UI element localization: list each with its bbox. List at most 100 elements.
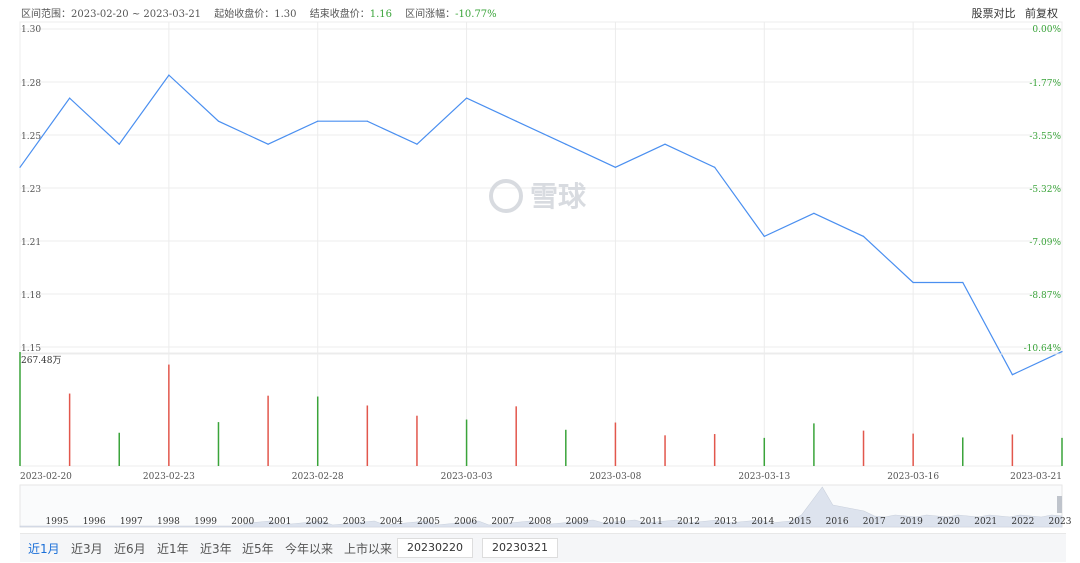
percent-axis-label: -10.64%: [1024, 344, 1062, 354]
navigator-year-label: 2023: [1049, 517, 1072, 527]
volume-max-label: 267.48万: [21, 356, 62, 366]
volume-bar: [465, 419, 468, 466]
navigator-year-label: 2002: [306, 517, 329, 527]
navigator-year-label: 2013: [714, 517, 737, 527]
date-axis-label: 2023-02-20: [20, 472, 72, 482]
price-point: [664, 143, 666, 145]
stock-compare-button[interactable]: 股票对比: [972, 7, 1016, 20]
range-summary: 区间范围：2023-02-20 ~ 2023-03-21 起始收盘价：1.30 …: [21, 5, 507, 20]
range-button-ytd[interactable]: 今年以来: [285, 540, 333, 557]
range-button-3m[interactable]: 近3月: [71, 540, 103, 557]
date-axis-label: 2023-03-16: [887, 472, 939, 482]
start-close-value: 1.30: [274, 9, 297, 20]
price-point: [1061, 351, 1063, 353]
navigator-year-label: 2010: [603, 517, 626, 527]
range-button-1y[interactable]: 近1年: [157, 540, 189, 557]
range-value: 2023-02-20 ~ 2023-03-21: [71, 9, 202, 20]
price-axis-label: 1.30: [21, 25, 41, 35]
navigator-year-label: 2019: [900, 517, 923, 527]
navigator-year-label: 2003: [343, 517, 366, 527]
volume-bar: [813, 423, 815, 466]
price-point: [813, 212, 815, 214]
stock-chart[interactable]: 1.30 0.00% 1.28 -1.77% 1.25 -3.55% 1.23 -5.32% 1…: [0, 0, 1080, 533]
price-point: [416, 143, 418, 145]
volume-bar: [1061, 437, 1063, 466]
percent-axis-label: 0.00%: [1032, 25, 1061, 35]
forward-adjust-button[interactable]: 前复权: [1025, 7, 1058, 20]
navigator-year-label: 1995: [46, 517, 69, 527]
date-axis-label: 2023-03-13: [738, 472, 790, 482]
percent-axis-label: -5.32%: [1029, 185, 1061, 195]
navigator-year-label: 2011: [640, 517, 663, 527]
percent-axis-label: -1.77%: [1029, 79, 1061, 89]
volume-bar: [912, 433, 914, 466]
price-axis-label: 1.21: [21, 238, 41, 248]
volume-bar: [763, 437, 766, 466]
price-point: [515, 120, 517, 122]
watermark-text: 雪球: [530, 180, 587, 213]
date-axis-label: 2023-02-28: [292, 472, 344, 482]
navigator-year-label: 2004: [380, 517, 403, 527]
price-point: [168, 74, 170, 76]
volume-bar: [1011, 434, 1014, 466]
date-axis-label: 2023-02-23: [143, 472, 195, 482]
volume-bar: [316, 396, 319, 466]
percent-axis-label: -7.09%: [1029, 238, 1061, 248]
price-point: [465, 97, 468, 99]
range-button-6m[interactable]: 近6月: [114, 540, 146, 557]
volume-bar: [416, 415, 418, 466]
price-point: [118, 143, 120, 145]
volume-bar: [366, 405, 369, 466]
percent-axis-label: -3.55%: [1029, 132, 1061, 142]
price-point: [1011, 374, 1013, 376]
navigator-range-handle[interactable]: [1057, 496, 1062, 513]
range-button-since-listing[interactable]: 上市以来: [344, 540, 392, 557]
price-point: [267, 143, 269, 145]
range-button-5y[interactable]: 近5年: [242, 540, 274, 557]
navigator-year-label: 1999: [194, 517, 217, 527]
date-axis-label: 2023-03-08: [589, 472, 641, 482]
navigator-year-label: 1998: [157, 517, 180, 527]
volume-bar: [118, 432, 120, 466]
price-axis-label: 1.18: [21, 291, 41, 301]
volume-bar: [68, 393, 71, 466]
volume-bar: [267, 395, 269, 466]
date-to-input[interactable]: 20230321: [482, 538, 558, 558]
header-actions: 股票对比 前复权: [966, 5, 1059, 21]
date-axis-label: 2023-03-03: [441, 472, 493, 482]
start-close-label: 起始收盘价：: [214, 9, 275, 20]
range-change-value: -10.77%: [455, 9, 497, 20]
volume-bar: [565, 429, 567, 466]
price-axis-label: 1.15: [21, 344, 41, 354]
watermark-logo: [489, 179, 523, 213]
range-selector-bar: 近1月 近3月 近6月 近1年 近3年 近5年 今年以来 上市以来 202302…: [20, 533, 1066, 562]
volume-bar: [19, 352, 21, 466]
volume-bar: [862, 430, 865, 466]
price-point: [862, 235, 865, 237]
navigator-year-label: 2022: [1011, 517, 1034, 527]
price-point: [614, 166, 617, 168]
navigator-year-label: 2007: [491, 517, 514, 527]
price-point: [962, 281, 964, 284]
navigator-year-label: 2017: [863, 517, 886, 527]
volume-bar: [713, 434, 716, 466]
navigator-year-label: 2008: [528, 517, 551, 527]
navigator-year-label: 2000: [231, 517, 254, 527]
volume-bar: [614, 422, 617, 466]
price-axis-label: 1.25: [21, 132, 41, 142]
range-label: 区间范围：: [21, 9, 71, 20]
volume-bar: [962, 437, 964, 466]
navigator-year-label: 2012: [677, 517, 700, 527]
range-button-1m[interactable]: 近1月: [28, 540, 60, 557]
date-from-input[interactable]: 20230220: [397, 538, 473, 558]
navigator-year-label: 1997: [120, 517, 143, 527]
range-button-3y[interactable]: 近3年: [200, 540, 232, 557]
price-point: [366, 120, 368, 122]
end-close-label: 结束收盘价：: [309, 9, 370, 20]
price-point: [565, 143, 567, 145]
navigator-year-label: 2016: [826, 517, 849, 527]
volume-bar: [664, 435, 666, 466]
range-change-label: 区间涨幅：: [405, 9, 456, 20]
end-close-value: 1.16: [369, 9, 392, 20]
watermark-icon: [489, 179, 523, 213]
